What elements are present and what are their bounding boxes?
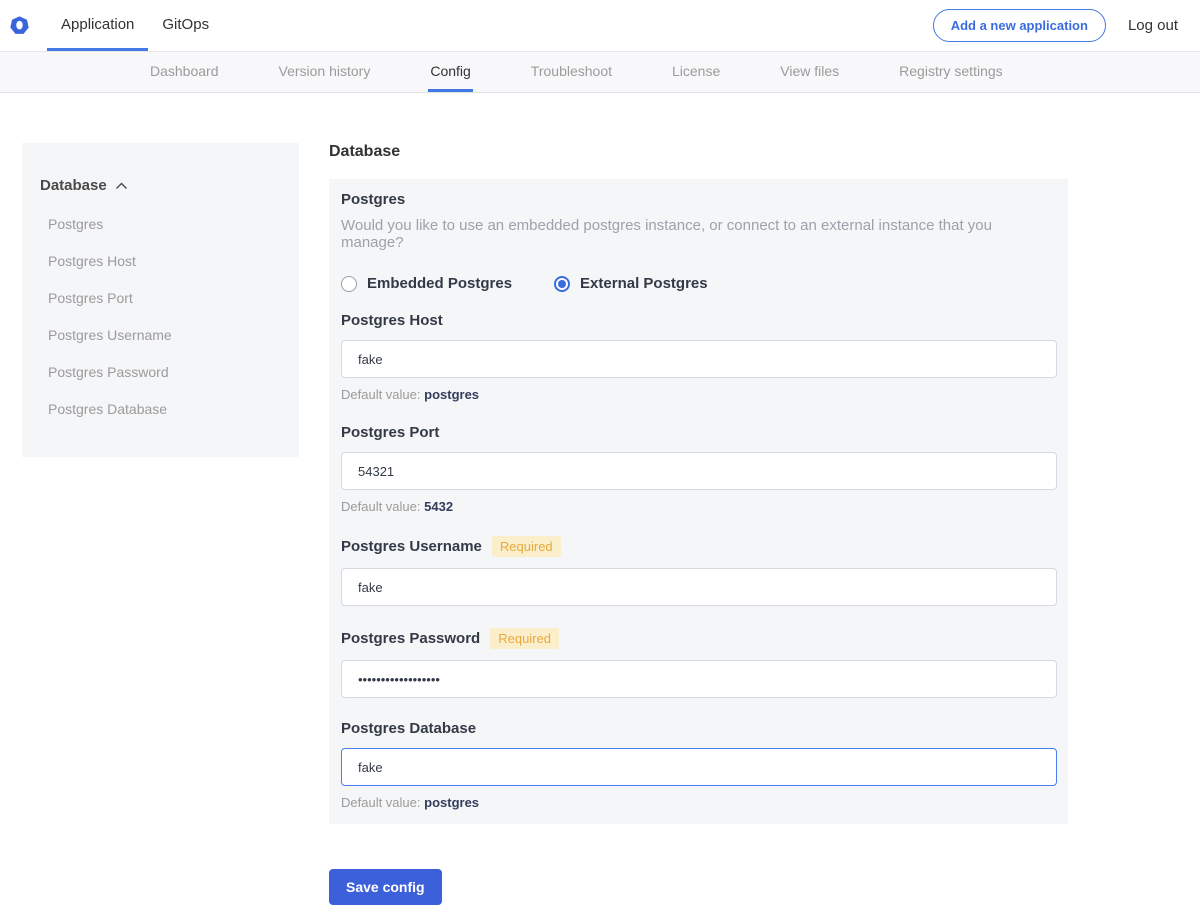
default-value-text: postgres: [424, 795, 479, 810]
header-tab-gitops[interactable]: GitOps: [148, 0, 223, 51]
radio-embedded-postgres[interactable]: Embedded Postgres: [341, 275, 512, 292]
header-actions: Add a new application Log out: [933, 0, 1200, 51]
sidebar-item-postgres[interactable]: Postgres: [40, 216, 281, 232]
app-logo: [10, 0, 47, 51]
radio-checked-icon: [554, 276, 570, 292]
default-value-helper: Default value: postgres: [341, 795, 1056, 810]
field-label-postgres-username: Postgres Username: [341, 538, 482, 555]
page-title: Database: [329, 143, 1068, 161]
radio-unchecked-icon: [341, 276, 357, 292]
radio-label: Embedded Postgres: [367, 275, 512, 292]
sidebar-item-postgres-username[interactable]: Postgres Username: [40, 327, 281, 343]
radio-label: External Postgres: [580, 275, 708, 292]
log-out-link[interactable]: Log out: [1128, 17, 1178, 34]
kots-logo-icon: [10, 16, 29, 35]
default-value-prefix: Default value:: [341, 795, 421, 810]
postgres-mode-radio-group: Embedded Postgres External Postgres: [341, 275, 1056, 292]
default-value-prefix: Default value:: [341, 387, 421, 402]
postgres-database-input[interactable]: [341, 748, 1057, 786]
sidebar-group-database[interactable]: Database: [40, 177, 281, 194]
postgres-username-input[interactable]: [341, 568, 1057, 606]
field-label-postgres-host: Postgres Host: [341, 312, 443, 329]
subnav-dashboard[interactable]: Dashboard: [148, 52, 221, 92]
postgres-port-input[interactable]: [341, 452, 1057, 490]
subnav-version-history[interactable]: Version history: [277, 52, 373, 92]
save-config-button[interactable]: Save config: [329, 869, 442, 905]
default-value-helper: Default value: postgres: [341, 387, 1056, 402]
add-new-application-button[interactable]: Add a new application: [933, 9, 1106, 42]
top-header: Application GitOps Add a new application…: [0, 0, 1200, 51]
app-subnav: Dashboard Version history Config Trouble…: [0, 51, 1200, 93]
default-value-helper: Default value: 5432: [341, 499, 1056, 514]
default-value-prefix: Default value:: [341, 499, 421, 514]
sidebar-item-postgres-port[interactable]: Postgres Port: [40, 290, 281, 306]
subnav-troubleshoot[interactable]: Troubleshoot: [529, 52, 614, 92]
header-tab-application[interactable]: Application: [47, 0, 148, 51]
field-label-postgres-database: Postgres Database: [341, 720, 476, 737]
field-label-postgres-port: Postgres Port: [341, 424, 439, 441]
subnav-license[interactable]: License: [670, 52, 722, 92]
sidebar-item-postgres-password[interactable]: Postgres Password: [40, 364, 281, 380]
radio-external-postgres[interactable]: External Postgres: [554, 275, 708, 292]
field-label-postgres-password: Postgres Password: [341, 630, 480, 647]
sidebar-item-postgres-host[interactable]: Postgres Host: [40, 253, 281, 269]
subnav-registry-settings[interactable]: Registry settings: [897, 52, 1004, 92]
subnav-view-files[interactable]: View files: [778, 52, 841, 92]
default-value-text: 5432: [424, 499, 453, 514]
sidebar-item-postgres-database[interactable]: Postgres Database: [40, 401, 281, 417]
postgres-host-input[interactable]: [341, 340, 1057, 378]
content-area: Database Postgres Postgres Host Postgres…: [0, 93, 1200, 905]
group-label: Postgres: [341, 191, 1056, 208]
config-main: Database Postgres Would you like to use …: [329, 143, 1068, 905]
required-badge: Required: [492, 536, 561, 557]
config-group-panel: Postgres Would you like to use an embedd…: [329, 179, 1068, 824]
postgres-password-input[interactable]: [341, 660, 1057, 698]
config-sidebar: Database Postgres Postgres Host Postgres…: [22, 143, 299, 457]
required-badge: Required: [490, 628, 559, 649]
default-value-text: postgres: [424, 387, 479, 402]
group-help-text: Would you like to use an embedded postgr…: [341, 217, 1056, 251]
sidebar-group-label: Database: [40, 177, 107, 194]
chevron-up-icon: [115, 182, 128, 190]
subnav-config[interactable]: Config: [428, 52, 472, 92]
